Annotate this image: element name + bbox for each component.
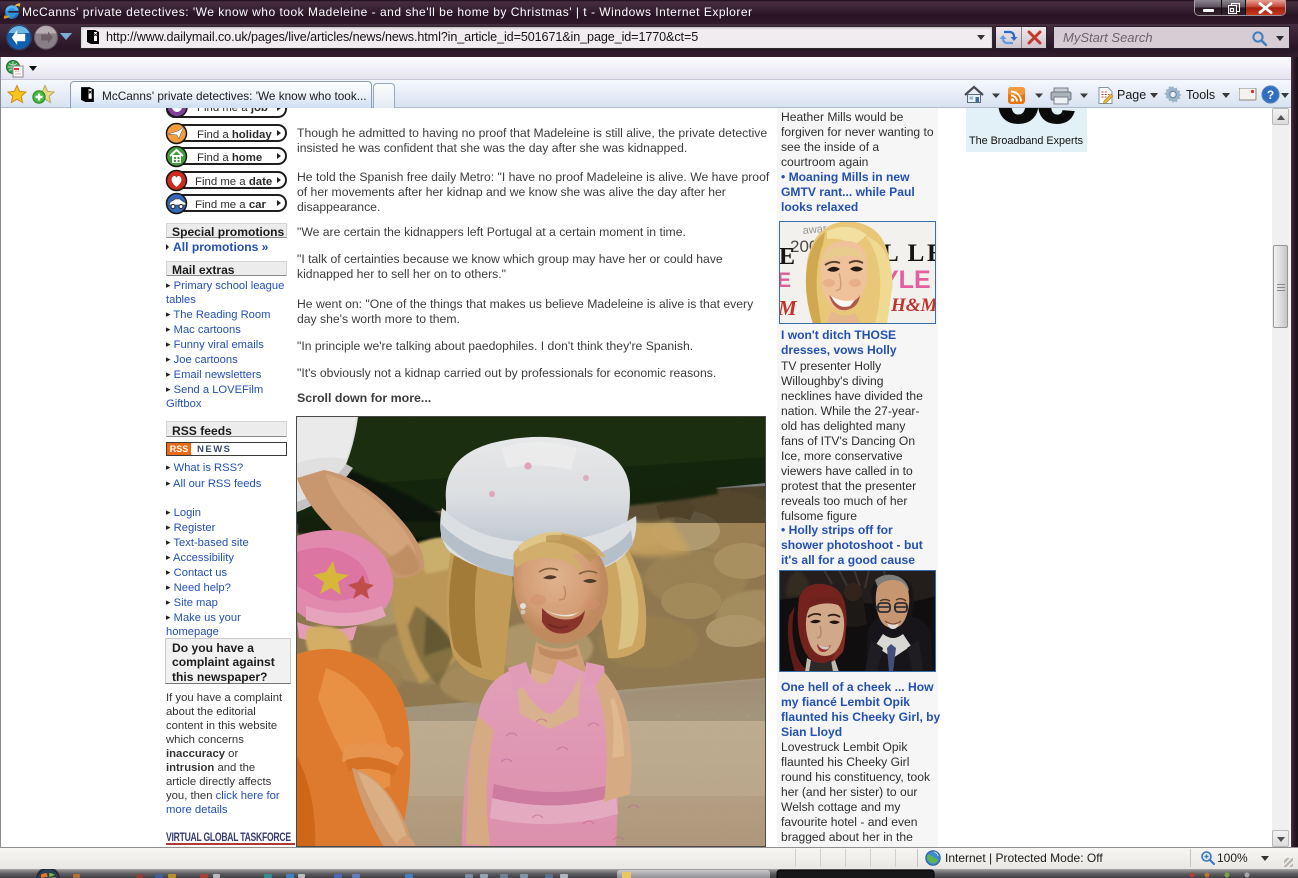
svg-text:?: ? <box>1267 88 1274 102</box>
